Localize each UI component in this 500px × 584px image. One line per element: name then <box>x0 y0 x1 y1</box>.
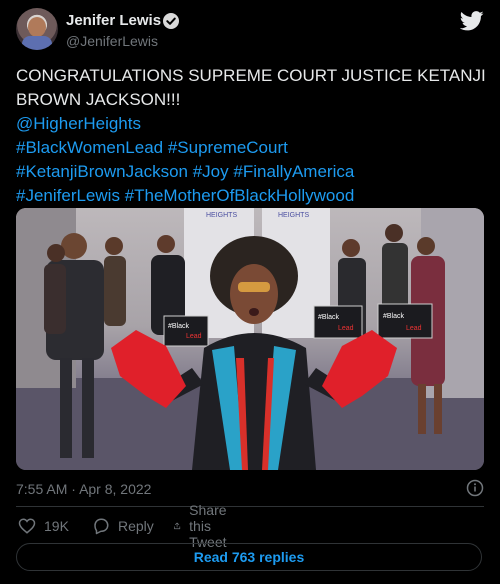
video-scene: HEIGHTS HEIGHTS #Black Lead #Black Lead … <box>16 208 484 470</box>
tweet-text-segment: CONGRATULATIONS SUPREME COURT JUSTICE KE… <box>16 66 486 85</box>
meta-separator: · <box>71 481 76 497</box>
sign-text: #Black <box>318 314 340 321</box>
author-handle[interactable]: @JeniferLewis <box>66 33 158 49</box>
tweet-line-2: BROWN JACKSON!!! <box>16 88 484 112</box>
read-replies-button[interactable]: Read 763 replies <box>16 543 482 571</box>
hashtag-link[interactable]: #KetanjiBrownJackson <box>16 162 188 181</box>
tweet-header: Jenifer Lewis @JeniferLewis <box>16 8 484 56</box>
tweet-line-1: CONGRATULATIONS SUPREME COURT JUSTICE KE… <box>16 64 486 88</box>
reply-label: Reply <box>118 518 154 534</box>
hashtag-link[interactable]: #BlackWomenLead <box>16 138 163 157</box>
like-button[interactable]: 19K <box>18 516 69 536</box>
tweet-text-segment: BROWN JACKSON!!! <box>16 90 181 109</box>
sign-text: #Black <box>383 313 405 320</box>
author-name[interactable]: Jenifer Lewis <box>66 12 161 29</box>
like-count: 19K <box>44 518 69 534</box>
tweet-video[interactable]: HEIGHTS HEIGHTS #Black Lead #Black Lead … <box>16 208 484 470</box>
tweet-line-6: #JeniferLewis #TheMotherOfBlackHollywood <box>16 184 484 208</box>
banner-text-right: HEIGHTS <box>278 212 309 219</box>
tweet-line-4: #BlackWomenLead #SupremeCourt <box>16 136 484 160</box>
reply-icon <box>94 518 109 535</box>
hashtag-link[interactable]: #TheMotherOfBlackHollywood <box>125 186 355 205</box>
tweet-time: 7:55 AM <box>16 481 68 497</box>
hashtag-link[interactable]: #JeniferLewis <box>16 186 120 205</box>
hashtag-link[interactable]: #FinallyAmerica <box>233 162 354 181</box>
sign-text: Lead <box>186 333 202 340</box>
tweet-line-5: #KetanjiBrownJackson #Joy #FinallyAmeric… <box>16 160 484 184</box>
author-avatar[interactable] <box>16 8 58 50</box>
share-icon <box>174 522 181 530</box>
banner-text-left: HEIGHTS <box>206 212 237 219</box>
sign-text: Lead <box>338 325 354 332</box>
twitter-logo-icon[interactable] <box>460 10 484 32</box>
tweet-line-3: @HigherHeights <box>16 112 484 136</box>
sign-text: #Black <box>168 323 190 330</box>
mention-link[interactable]: @HigherHeights <box>16 114 141 133</box>
divider <box>16 506 484 507</box>
hashtag-link[interactable]: #SupremeCourt <box>168 138 288 157</box>
avatar-shirt <box>22 36 52 50</box>
verified-badge-icon <box>163 13 179 29</box>
share-button[interactable]: Share this Tweet <box>173 502 236 550</box>
hashtag-link[interactable]: #Joy <box>193 162 229 181</box>
reply-button[interactable]: Reply <box>92 516 154 536</box>
tweet-date: Apr 8, 2022 <box>79 481 152 497</box>
heart-icon <box>18 518 36 534</box>
tweet-timestamp[interactable]: 7:55 AM · Apr 8, 2022 <box>16 481 151 497</box>
avatar-face <box>28 17 46 37</box>
tweet-text: CONGRATULATIONS SUPREME COURT JUSTICE KE… <box>16 64 486 208</box>
info-icon[interactable] <box>466 479 484 497</box>
sign-text: Lead <box>406 325 422 332</box>
